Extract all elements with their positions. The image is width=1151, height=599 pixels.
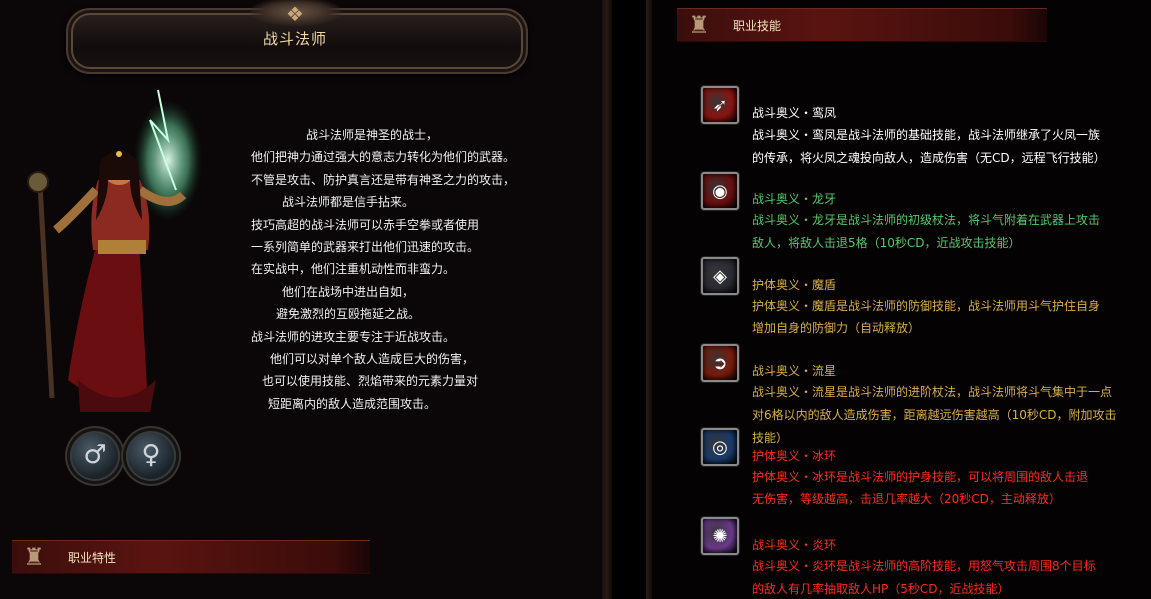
crest-ornament-icon: ❖ [286, 2, 304, 26]
gender-selector: ♂ ♀ [62, 428, 182, 488]
class-traits-label: 职业特性 [68, 551, 117, 565]
skill-description-line: 护体奥义・冰环是战斗法师的护身技能，可以将周围的敌人击退 [752, 470, 1089, 484]
panel-gap [612, 0, 646, 599]
skill-description-line: 战斗奥义・炎环是战斗法师的高阶技能，用怒气攻击周围8个目标 [752, 559, 1096, 573]
phoenix-slash-icon[interactable]: ➶ [701, 86, 739, 124]
class-skills-label: 职业技能 [733, 19, 782, 33]
class-traits-banner[interactable]: ♜ 职业特性 [12, 540, 370, 574]
skill-name: 护体奥义・魔盾 [752, 278, 837, 292]
dragon-fang-icon[interactable]: ◉ [701, 172, 739, 210]
female-gender-button[interactable]: ♀ [126, 431, 176, 481]
description-line: 战斗法师的进攻主要专注于近战攻击。 [251, 329, 456, 344]
winged-crest-icon: ♜ [23, 543, 45, 571]
description-line: 他们在战场中进出自如， [282, 284, 415, 299]
description-line: 他们可以对单个敌人造成巨大的伤害， [270, 352, 475, 367]
flame-ring-icon[interactable]: ✺ [701, 517, 739, 555]
description-line: 避免激烈的互殴拖延之战。 [276, 307, 421, 322]
description-line: 战斗法师都是信手拈来。 [282, 195, 415, 210]
description-line: 他们把神力通过强大的意志力转化为他们的武器。 [251, 150, 516, 165]
description-line: 技巧高超的战斗法师可以赤手空拳或者使用 [251, 217, 480, 232]
skill-description-line: 战斗奥义・龙牙是战斗法师的初级杖法，将斗气附着在武器上攻击 [752, 213, 1101, 227]
skill-description-line: 战斗奥义・鸾凤是战斗法师的基础技能，战斗法师继承了火凤一族 [752, 128, 1101, 142]
description-line: 在实战中，他们注重机动性而非蛮力。 [251, 262, 456, 277]
ice-ring-icon[interactable]: ◎ [701, 428, 739, 466]
skill-description-line: 技能） [752, 431, 789, 445]
description-line: 战斗法师是神圣的战士， [306, 128, 439, 142]
description-line: 也可以使用技能、烈焰带来的元素力量对 [262, 374, 479, 389]
skill-description-line: 护体奥义・魔盾是战斗法师的防御技能，战斗法师用斗气护住自身 [752, 299, 1101, 313]
skill-description-line: 对6格以内的敌人造成伤害，距离越远伤害越高（10秒CD，附加攻击 [752, 408, 1117, 422]
skill-description-line: 的传承，将火凤之魂投向敌人，造成伤害（无CD，远程飞行技能） [752, 151, 1106, 165]
meteor-icon[interactable]: ➲ [701, 344, 739, 382]
male-gender-button[interactable]: ♂ [70, 431, 120, 481]
character-portrait [18, 80, 218, 420]
class-title: 战斗法师 [262, 30, 327, 48]
skill-description-line: 敌人，将敌人击退5格（10秒CD，近战攻击技能） [752, 236, 1021, 250]
male-icon: ♂ [83, 440, 107, 470]
panel-divider [602, 0, 612, 599]
skill-description-line: 的敌人有几率抽取敌人HP（5秒CD，近战技能） [752, 582, 1010, 596]
description-line: 短距离内的敌人造成范围攻击。 [268, 396, 437, 411]
winged-crest-icon: ♜ [688, 11, 710, 39]
skill-description-line: 增加自身的防御力（自动释放） [752, 321, 921, 335]
class-skills-banner[interactable]: ♜ 职业技能 [677, 8, 1047, 42]
skill-description-line: 无伤害，等级越高，击退几率越大（20秒CD，主动释放） [752, 492, 1061, 506]
skill-name: 战斗奥义・流星 [752, 364, 837, 378]
skill-name: 战斗奥义・鸾凤 [752, 106, 837, 120]
skill-name: 战斗奥义・炎环 [752, 538, 837, 552]
description-line: 一系列简单的武器来打出他们迅速的攻击。 [251, 240, 480, 255]
skill-name: 护体奥义・冰环 [752, 449, 837, 463]
class-description: 战斗法师是神圣的战士， 他们把神力通过强大的意志力转化为他们的武器。 不管是攻击… [248, 124, 548, 415]
magic-shield-icon[interactable]: ◈ [701, 257, 739, 295]
skill-description-line: 战斗奥义・流星是战斗法师的进阶杖法，战斗法师将斗气集中于一点 [752, 385, 1113, 399]
skill-name: 战斗奥义・龙牙 [752, 192, 837, 206]
female-icon: ♀ [141, 440, 161, 470]
description-line: 不管是攻击、防护真言还是带有神圣之力的攻击， [251, 172, 516, 187]
